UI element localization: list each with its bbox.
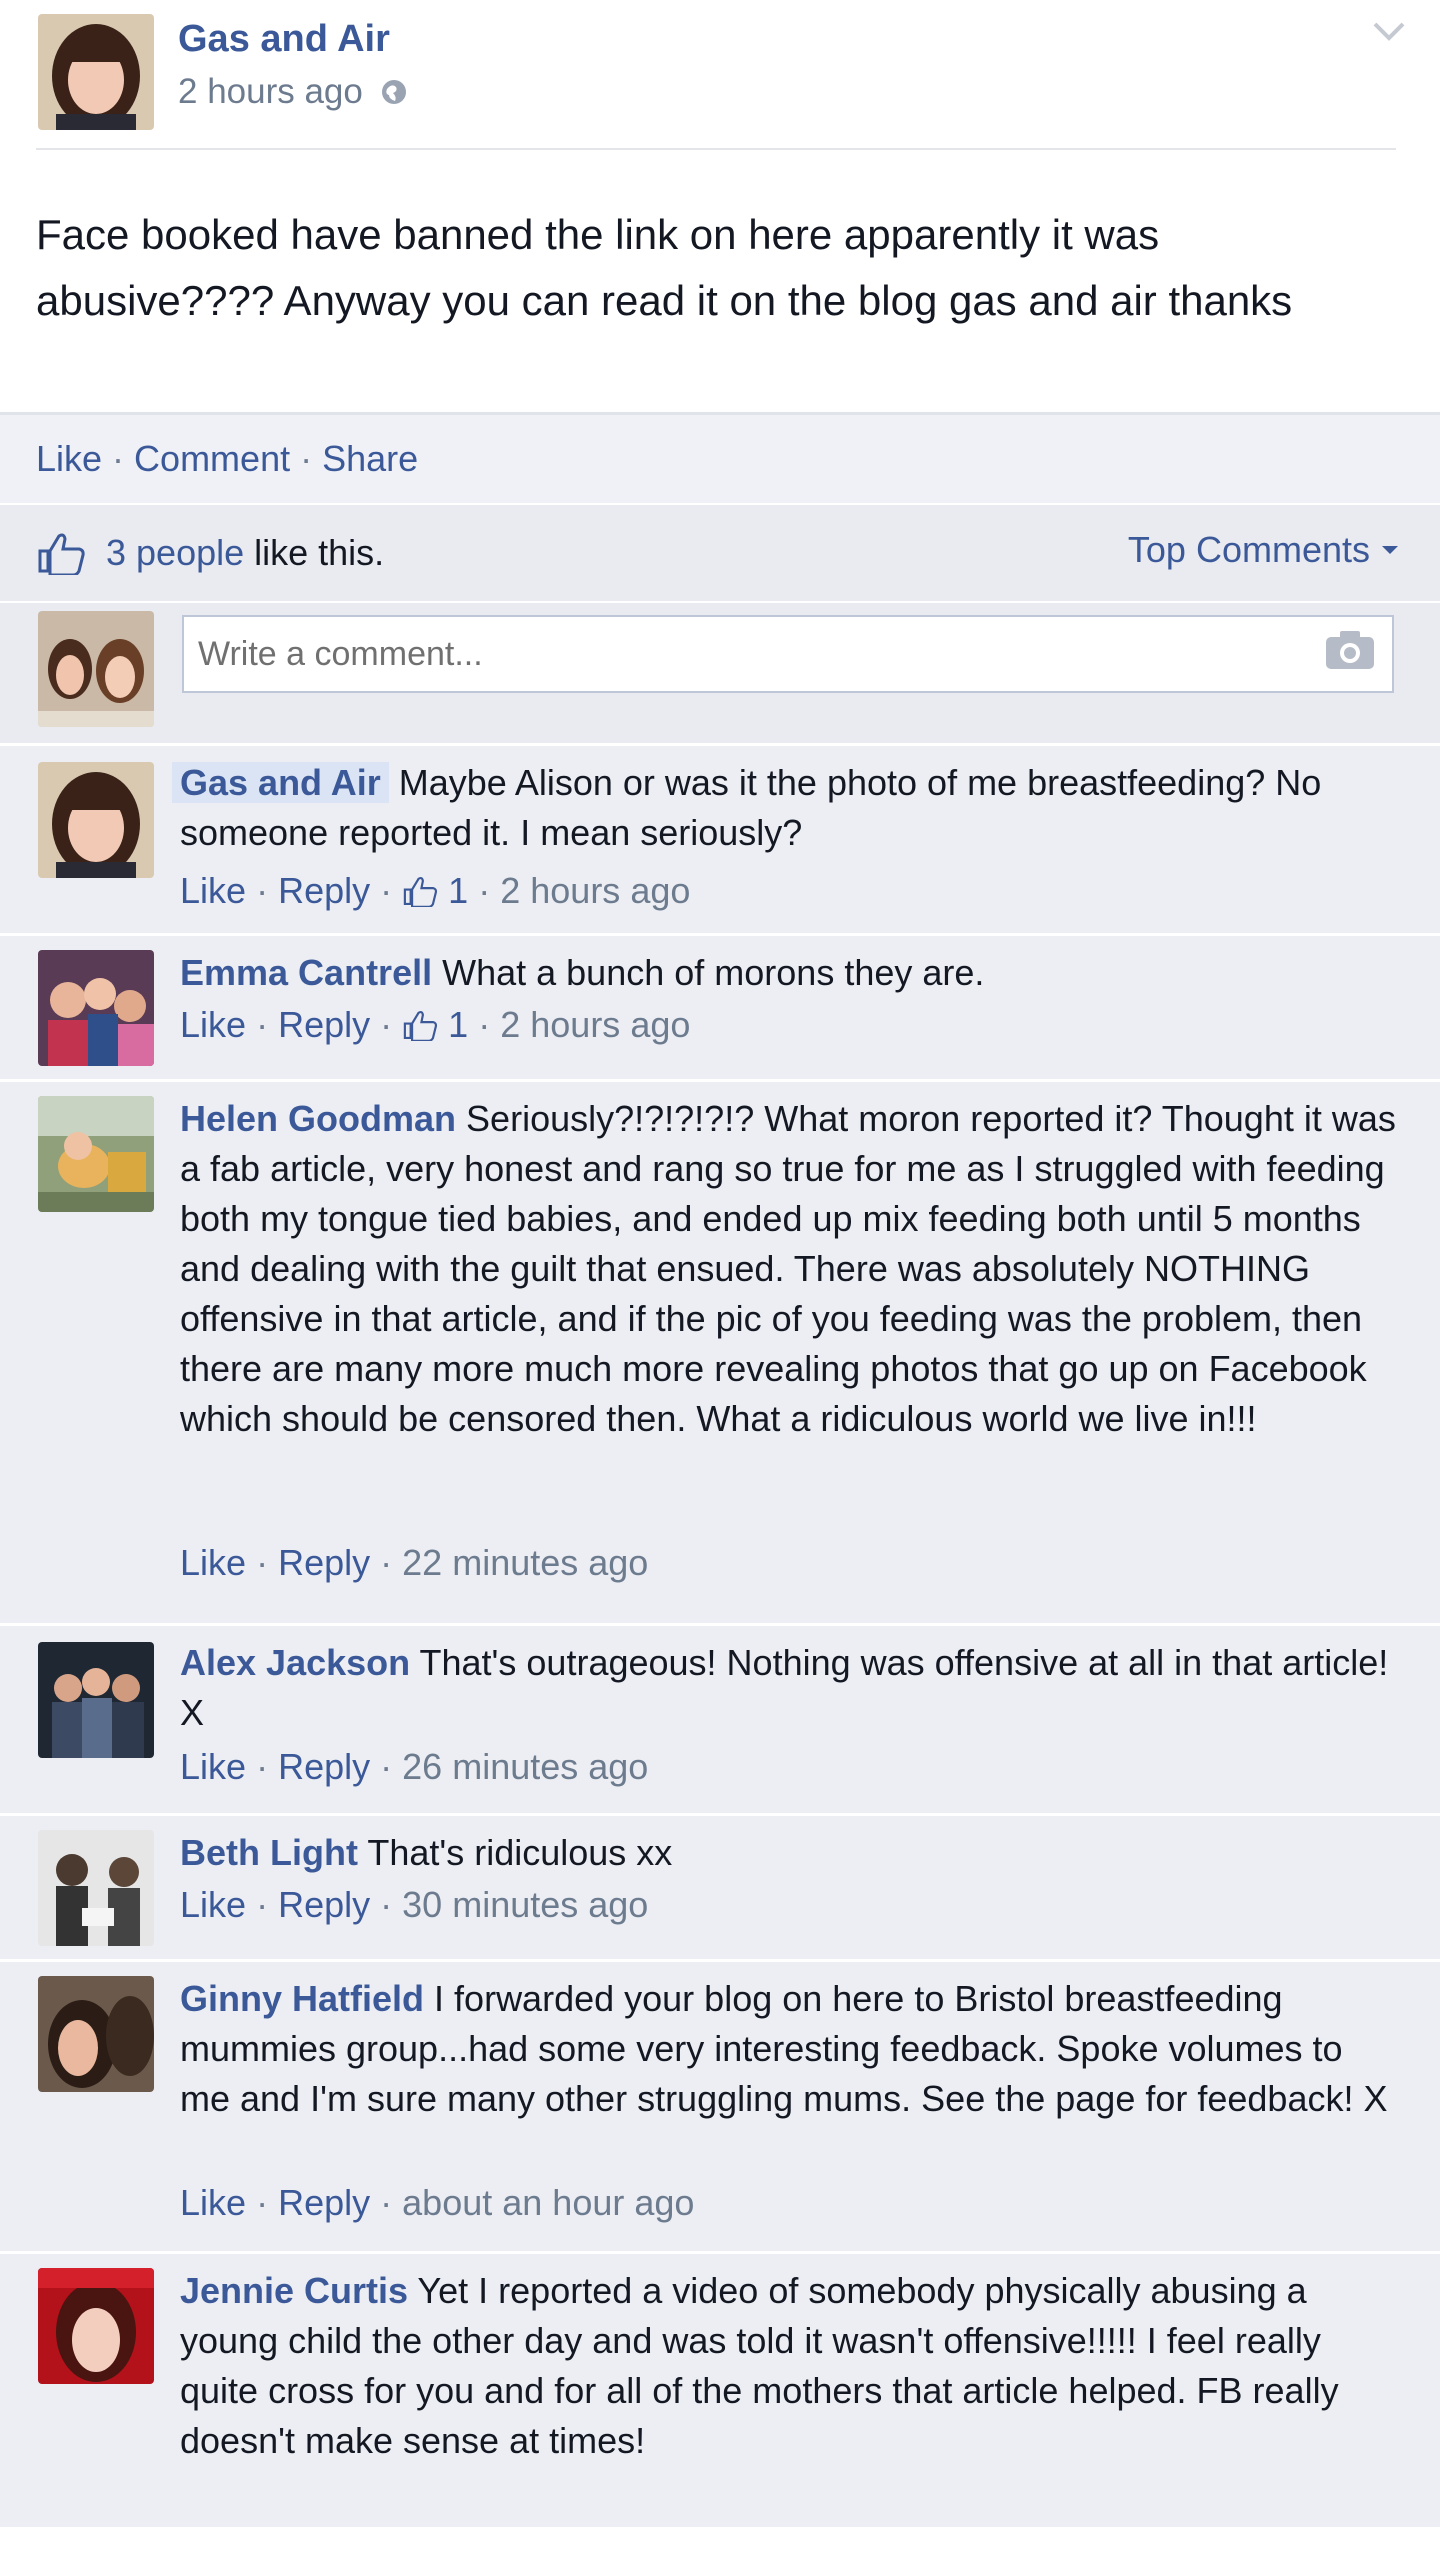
divider [36,148,1396,150]
comment-author[interactable]: Emma Cantrell [180,952,432,993]
camera-icon[interactable] [1324,629,1376,671]
comment-meta: Like · Reply · 1 · 2 hours ago [180,1000,690,1050]
comment-like-count[interactable]: 1 [448,1004,468,1045]
comment-item: Ginny Hatfield I forwarded your blog on … [0,1959,1440,2251]
separator: · [380,1542,393,1583]
post-header: Gas and Air 2 hours ago [0,0,1440,150]
post-author-avatar[interactable] [38,14,154,130]
comment-meta: Like · Reply · 22 minutes ago [180,1538,648,1588]
likes-summary: 3 people like this. Top Comments [0,503,1440,601]
comment-text: What a bunch of morons they are. [442,952,985,993]
comment-like-link[interactable]: Like [180,870,246,911]
top-comments-dropdown[interactable]: Top Comments [1128,529,1400,571]
commenter-avatar[interactable] [38,762,154,878]
comment-link[interactable]: Comment [134,438,290,480]
share-link[interactable]: Share [322,438,418,480]
comment-item: Alex Jackson That's outrageous! Nothing … [0,1623,1440,1813]
comment-text: Seriously?!?!?!?!? What moron reported i… [180,1098,1396,1439]
thumbs-up-icon [402,870,438,911]
comment-meta: Like · Reply · 30 minutes ago [180,1880,648,1930]
thumbs-up-icon [36,531,106,575]
comment-author[interactable]: Gas and Air [172,762,389,803]
comment-meta: Like · Reply · 26 minutes ago [180,1742,648,1792]
comment-author[interactable]: Beth Light [180,1832,358,1873]
separator: · [300,438,313,479]
commenter-avatar[interactable] [38,1642,154,1758]
top-comments-label: Top Comments [1127,529,1370,570]
comment-reply-link[interactable]: Reply [278,2182,370,2223]
comment-input[interactable]: Write a comment... [182,615,1394,693]
separator: · [256,1884,269,1925]
comment-like-count[interactable]: 1 [448,870,468,911]
comment-item: Helen Goodman Seriously?!?!?!?!? What mo… [0,1079,1440,1623]
comment-reply-link[interactable]: Reply [278,870,370,911]
comment-timestamp[interactable]: 2 hours ago [500,1004,690,1045]
separator: · [380,1004,393,1045]
like-link[interactable]: Like [36,438,102,480]
post-text: Face booked have banned the link on here… [0,150,1440,412]
separator: · [112,438,125,479]
comment-like-link[interactable]: Like [180,1746,246,1787]
separator: · [256,1004,269,1045]
commenter-avatar[interactable] [38,1830,154,1946]
commenter-avatar[interactable] [38,1096,154,1212]
commenter-avatar[interactable] [38,950,154,1066]
separator: · [380,2182,393,2223]
comment-reply-link[interactable]: Reply [278,1004,370,1045]
comment-meta: Like · Reply · 1 · 2 hours ago [180,866,690,916]
separator: · [256,1542,269,1583]
separator: · [380,870,393,911]
post-author-name[interactable]: Gas and Air [178,18,390,61]
comment-timestamp[interactable]: 22 minutes ago [402,1542,648,1583]
comment-like-link[interactable]: Like [180,1542,246,1583]
comment-timestamp[interactable]: about an hour ago [402,2182,694,2223]
comment-body: Jennie Curtis Yet I reported a video of … [180,2266,1400,2466]
separator: · [478,870,491,911]
separator: · [256,2182,269,2223]
comment-item: Jennie Curtis Yet I reported a video of … [0,2251,1440,2527]
comment-body: Beth Light That's ridiculous xx [180,1828,1400,1878]
separator: · [380,1884,393,1925]
separator: · [380,1746,393,1787]
current-user-avatar [38,611,154,727]
comment-item: Beth Light That's ridiculous xx Like · R… [0,1813,1440,1959]
comment-reply-link[interactable]: Reply [278,1884,370,1925]
separator: · [478,1004,491,1045]
comment-author[interactable]: Jennie Curtis [180,2270,408,2311]
post-timestamp[interactable]: 2 hours ago [178,72,409,112]
caret-down-icon [1380,543,1400,557]
separator: · [256,1746,269,1787]
comment-timestamp[interactable]: 26 minutes ago [402,1746,648,1787]
comment-meta: Like · Reply · about an hour ago [180,2178,694,2228]
comment-author[interactable]: Helen Goodman [180,1098,456,1139]
comment-composer: Write a comment... [0,601,1440,743]
chevron-down-icon[interactable] [1372,18,1406,46]
comment-item: Gas and Air Maybe Alison or was it the p… [0,743,1440,933]
comment-like-link[interactable]: Like [180,1884,246,1925]
comment-like-link[interactable]: Like [180,1004,246,1045]
separator: · [256,870,269,911]
comment-like-link[interactable]: Like [180,2182,246,2223]
comment-text: That's ridiculous xx [367,1832,673,1873]
comment-timestamp[interactable]: 2 hours ago [500,870,690,911]
post-actions: Like · Comment · Share [0,412,1440,503]
comment-body: Emma Cantrell What a bunch of morons the… [180,948,1400,998]
commenter-avatar[interactable] [38,2268,154,2384]
comment-author[interactable]: Ginny Hatfield [180,1978,424,2019]
commenter-avatar[interactable] [38,1976,154,2092]
globe-icon [379,77,409,107]
likes-text: like this. [254,532,385,573]
comment-body: Ginny Hatfield I forwarded your blog on … [180,1974,1400,2124]
comment-body: Gas and Air Maybe Alison or was it the p… [172,758,1400,858]
comment-reply-link[interactable]: Reply [278,1746,370,1787]
comment-timestamp[interactable]: 30 minutes ago [402,1884,648,1925]
comment-author[interactable]: Alex Jackson [180,1642,410,1683]
comment-item: Emma Cantrell What a bunch of morons the… [0,933,1440,1079]
comment-body: Helen Goodman Seriously?!?!?!?!? What mo… [180,1094,1400,1444]
post-time-text[interactable]: 2 hours ago [178,72,363,112]
comment-body: Alex Jackson That's outrageous! Nothing … [180,1638,1400,1738]
comment-reply-link[interactable]: Reply [278,1542,370,1583]
thumbs-up-icon [402,1004,438,1045]
likes-count-link[interactable]: 3 people [106,532,244,574]
